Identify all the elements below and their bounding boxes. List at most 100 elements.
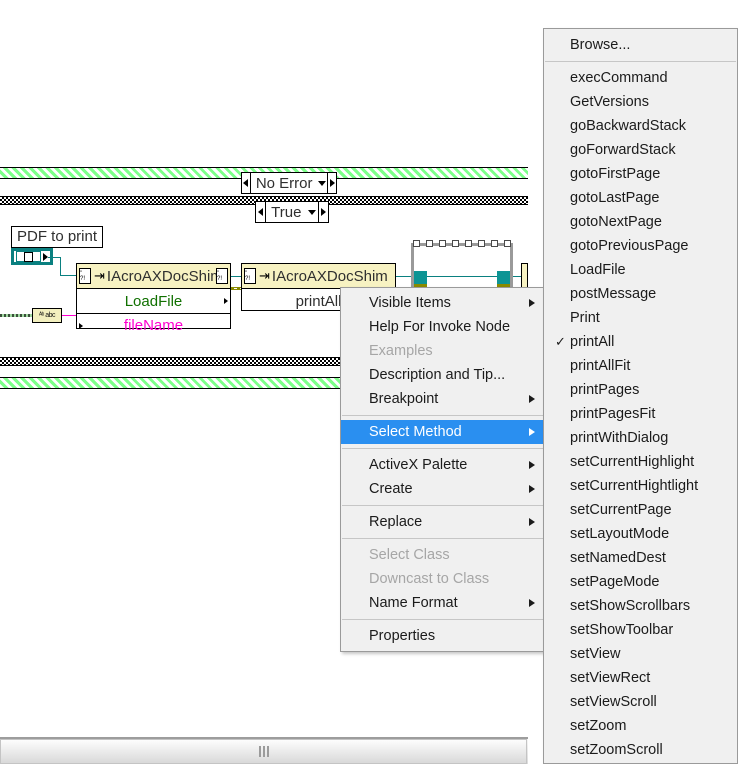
method-item-label: setShowScrollbars [570, 598, 691, 614]
case-selector-dropdown-button[interactable] [317, 173, 328, 193]
method-item-label: goForwardStack [570, 142, 676, 158]
method-item-postmessage[interactable]: postMessage [544, 282, 737, 306]
string-constant-terminal[interactable]: ᴬᵇ abc [32, 308, 62, 323]
method-item-label: printAll [570, 334, 615, 350]
sequence-selector-true[interactable]: True [255, 201, 329, 223]
path-control-terminal[interactable] [11, 248, 53, 265]
menu-item-downcast-to-class: Downcast to Class [341, 567, 544, 591]
method-item-setcurrentpage[interactable]: setCurrentPage [544, 498, 737, 522]
resize-handle[interactable] [413, 240, 420, 247]
method-item-loadfile[interactable]: LoadFile [544, 258, 737, 282]
method-item-execcommand[interactable]: execCommand [544, 66, 737, 90]
method-item-printall[interactable]: ✓ printAll [544, 330, 737, 354]
case-selector-no-error[interactable]: No Error [241, 172, 337, 194]
method-item-setlayoutmode[interactable]: setLayoutMode [544, 522, 737, 546]
menu-item-examples: Examples [341, 339, 544, 363]
horizontal-scrollbar-thumb[interactable] [0, 739, 527, 764]
resize-handle[interactable] [439, 240, 446, 247]
method-item-setzoom[interactable]: setZoom [544, 714, 737, 738]
canvas-bottom-strip [0, 718, 528, 738]
resize-handle[interactable] [504, 240, 511, 247]
menu-item-label: Description and Tip... [369, 367, 506, 383]
menu-item-create[interactable]: Create [341, 477, 544, 501]
chevron-down-icon [317, 180, 326, 186]
menu-item-name-format[interactable]: Name Format [341, 591, 544, 615]
menu-item-help-for-invoke-node[interactable]: Help For Invoke Node [341, 315, 544, 339]
case-selector-prev-button[interactable] [242, 173, 251, 193]
resize-handle[interactable] [478, 240, 485, 247]
select-method-submenu[interactable]: Browse... execCommand GetVersions goBackwar… [543, 28, 738, 764]
reference-icon: ▫?! [79, 268, 91, 284]
sequence-selector-next-button[interactable] [317, 202, 328, 222]
method-item-setviewscroll[interactable]: setViewScroll [544, 690, 737, 714]
sequence-selector-dropdown-button[interactable] [305, 202, 317, 222]
string-abc-icon: ᴬᵇ abc [38, 312, 56, 319]
method-item-setview[interactable]: setView [544, 642, 737, 666]
menu-item-label: Select Method [369, 424, 462, 440]
invoke-node-context-menu[interactable]: Visible Items Help For Invoke Node Example… [340, 287, 545, 652]
invoke-node-method-row[interactable]: LoadFile [77, 289, 230, 313]
resize-handle[interactable] [465, 240, 472, 247]
method-item-getversions[interactable]: GetVersions [544, 90, 737, 114]
invoke-node-param-name: fileName [123, 317, 184, 334]
method-item-setshowtoolbar[interactable]: setShowToolbar [544, 618, 737, 642]
menu-item-properties[interactable]: Properties [341, 624, 544, 648]
case-selector-next-button[interactable] [327, 173, 337, 193]
method-item-gotolastpage[interactable]: gotoLastPage [544, 186, 737, 210]
check-icon: ✓ [555, 334, 566, 349]
method-item-gobackwardstack[interactable]: goBackwardStack [544, 114, 737, 138]
method-item-print[interactable]: Print [544, 306, 737, 330]
method-item-printwithdialog[interactable]: printWithDialog [544, 426, 737, 450]
invoke-node-loadfile[interactable]: ▫?! ⇥ IAcroAXDocShim ▫?! LoadFile fileNa… [76, 263, 231, 334]
method-item-setzoomscroll[interactable]: setZoomScroll [544, 738, 737, 762]
menu-item-replace[interactable]: Replace [341, 510, 544, 534]
left-arrow-icon [258, 208, 264, 216]
method-item-setviewrect[interactable]: setViewRect [544, 666, 737, 690]
menu-item-visible-items[interactable]: Visible Items [341, 291, 544, 315]
method-item-label: Print [570, 310, 600, 326]
method-item-setcurrenthightlight[interactable]: setCurrentHightlight [544, 474, 737, 498]
method-item-goforwardstack[interactable]: goForwardStack [544, 138, 737, 162]
method-output-pin-icon [224, 298, 228, 304]
submenu-arrow-icon [529, 395, 535, 403]
resize-handle[interactable] [452, 240, 459, 247]
method-item-printallfit[interactable]: printAllFit [544, 354, 737, 378]
method-item-setshowscrollbars[interactable]: setShowScrollbars [544, 594, 737, 618]
method-item-printpages[interactable]: printPages [544, 378, 737, 402]
method-item-label: setViewScroll [570, 694, 657, 710]
menu-item-select-method[interactable]: Select Method [341, 420, 544, 444]
method-item-printpagesfit[interactable]: printPagesFit [544, 402, 737, 426]
menu-item-label: Breakpoint [369, 391, 439, 407]
resize-handle[interactable] [426, 240, 433, 247]
invoke-arrow-icon: ⇥ [94, 268, 105, 283]
submenu-arrow-icon [529, 599, 535, 607]
menu-item-breakpoint[interactable]: Breakpoint [341, 387, 544, 411]
resize-handle[interactable] [491, 240, 498, 247]
menu-separator [342, 619, 543, 620]
invoke-node-param-row[interactable]: fileName [77, 313, 230, 337]
menu-item-label: Properties [369, 628, 436, 644]
method-item-gotonextpage[interactable]: gotoNextPage [544, 210, 737, 234]
horizontal-scrollbar[interactable] [0, 738, 528, 764]
method-item-setpagemode[interactable]: setPageMode [544, 570, 737, 594]
method-item-setnameddest[interactable]: setNamedDest [544, 546, 737, 570]
sequence-selector-prev-button[interactable] [256, 202, 267, 222]
method-item-gotopreviouspage[interactable]: gotoPreviousPage [544, 234, 737, 258]
submenu-arrow-icon [529, 428, 535, 436]
menu-item-description-and-tip[interactable]: Description and Tip... [341, 363, 544, 387]
menu-item-label: Downcast to Class [369, 571, 490, 587]
method-item-setcurrenthighlight[interactable]: setCurrentHighlight [544, 450, 737, 474]
menu-item-activex-palette[interactable]: ActiveX Palette [341, 453, 544, 477]
invoke-node-class-name: IAcroAXDocShim [271, 267, 388, 285]
method-item-gotofirstpage[interactable]: gotoFirstPage [544, 162, 737, 186]
method-item-label: setCurrentHightlight [570, 478, 699, 494]
right-arrow-icon [329, 179, 335, 187]
chevron-down-icon [307, 209, 316, 215]
method-item-label: printWithDialog [570, 430, 669, 446]
method-item-label: Browse... [570, 37, 631, 53]
control-label-pdf-to-print: PDF to print [11, 226, 104, 248]
submenu-arrow-icon [529, 461, 535, 469]
method-item-browse[interactable]: Browse... [544, 33, 737, 57]
wire-string [62, 315, 76, 316]
menu-item-label: Visible Items [369, 295, 451, 311]
